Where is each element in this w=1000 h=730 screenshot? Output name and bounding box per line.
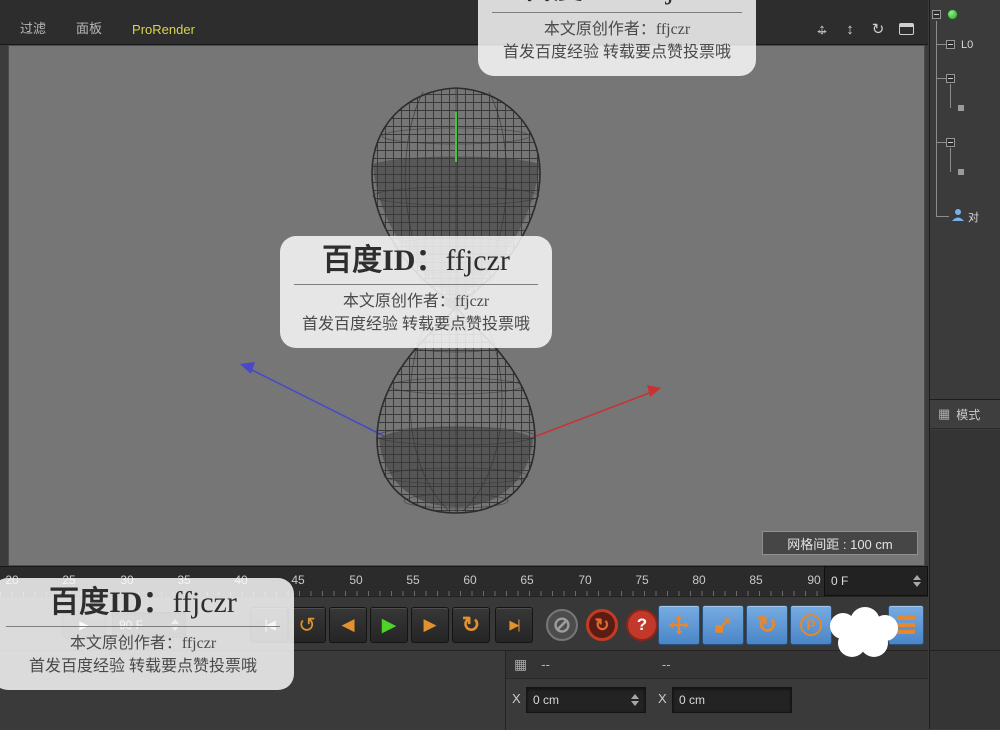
pan-view-icon[interactable]: ↔ ↕ <box>812 19 832 39</box>
ruler-tick-label: 85 <box>749 573 763 587</box>
tree-expand-toggle[interactable] <box>946 138 955 147</box>
tree-expand-toggle[interactable] <box>946 74 955 83</box>
mode-label: 模式 <box>956 407 981 422</box>
x2-input[interactable]: 0 cm <box>672 687 792 713</box>
watermark-bottom: 百度ID：ffjczr 本文原创作者：ffjczr 首发百度经验 转载要点赞投票… <box>0 578 294 690</box>
tree-line <box>936 21 937 217</box>
move-tool-button[interactable] <box>658 605 700 645</box>
question-icon: ? <box>636 615 648 634</box>
zoom-view-icon[interactable]: ↕ <box>840 19 860 39</box>
ruler-tick-label: 90 <box>807 573 821 587</box>
coordinate-system-button[interactable]: P <box>790 605 832 645</box>
autokey-icon: ↻ <box>594 614 610 635</box>
tree-line <box>937 44 946 45</box>
coord-header-value: -- <box>661 657 671 672</box>
menu-item-filter[interactable]: 过滤 <box>20 18 46 37</box>
tree-line <box>950 84 951 108</box>
layers-icon <box>897 613 915 637</box>
ruler-tick-label: 60 <box>463 573 477 587</box>
object-sphere-icon[interactable] <box>947 9 958 20</box>
watermark-footer: 首发百度经验 转载要点赞投票哦 <box>502 43 731 61</box>
window-glyph <box>898 23 914 35</box>
scale-tool-icon <box>715 618 730 633</box>
tree-leaf-node[interactable] <box>958 105 964 111</box>
rotate-tool-icon: ↻ <box>756 611 778 639</box>
x2-value: 0 cm <box>679 693 706 707</box>
watermark-title: 百度ID：ffjczr <box>492 0 742 13</box>
object-manager-panel: L0 对 ▦ 模式 <box>929 0 1000 729</box>
watermark-footer: 首发百度经验 转载要点赞投票哦 <box>28 657 257 675</box>
watermark-author: 本文原创作者：ffjczr <box>342 292 490 310</box>
coord-header-value: -- <box>541 657 550 672</box>
watermark-title: 百度ID：ffjczr <box>294 244 538 285</box>
menu-item-prorender[interactable]: ProRender <box>132 22 195 37</box>
ruler-tick-label: 50 <box>349 573 363 587</box>
play-reverse-icon: ↺ <box>298 613 316 637</box>
ruler-tick-label: 45 <box>291 573 305 587</box>
play-button[interactable]: ▶ <box>370 607 408 643</box>
grid-icon: ▦ <box>514 656 528 672</box>
coordinates-header: ▦ -- -- <box>506 651 928 679</box>
tree-item-label[interactable]: L0 <box>961 39 973 51</box>
goto-end-icon: ▶| <box>509 617 520 632</box>
pattern-icon: ▦ <box>938 406 951 421</box>
tree-leaf-node[interactable] <box>958 169 964 175</box>
x1-input[interactable]: 0 cm <box>526 687 646 713</box>
frame-stepper[interactable] <box>913 575 921 587</box>
toggle-view-icon[interactable] <box>896 19 916 39</box>
person-icon[interactable] <box>951 208 965 222</box>
tree-line <box>937 216 949 217</box>
menu-item-panel[interactable]: 面板 <box>76 18 102 37</box>
rotate-view-icon[interactable]: ↻ <box>868 19 888 39</box>
ruler-tick-label: 80 <box>692 573 706 587</box>
previous-frame-button[interactable]: ◀ <box>329 607 367 643</box>
tree-item-label[interactable]: 对 <box>968 209 979 225</box>
ruler-tick-label: 70 <box>578 573 592 587</box>
viewport-nav-icons: ↔ ↕ ↕ ↻ <box>812 19 916 39</box>
record-off-icon: ⊘ <box>552 612 572 637</box>
record-disabled-button[interactable]: ⊘ <box>546 609 578 641</box>
watermark-footer: 首发百度经验 转载要点赞投票哦 <box>301 315 530 333</box>
loop-icon: ↻ <box>461 612 481 637</box>
move-tool-icon <box>669 615 689 635</box>
next-frame-icon: ▶ <box>423 615 437 634</box>
x1-value: 0 cm <box>533 693 560 707</box>
ruler-tick-label: 65 <box>520 573 534 587</box>
goto-end-button[interactable]: ▶| <box>495 607 533 643</box>
menu-bar: 过滤 面板 ProRender ↔ ↕ ↕ ↻ <box>0 0 928 45</box>
right-panel-bottom <box>930 650 1000 729</box>
tree-line <box>937 142 946 143</box>
watermark-author: 本文原创作者：ffjczr <box>543 20 691 38</box>
previous-frame-icon: ◀ <box>341 615 355 634</box>
x1-stepper[interactable] <box>631 694 639 706</box>
grid-spacing-label: 网格间距 : 100 cm <box>762 531 918 555</box>
next-frame-button[interactable]: ▶ <box>411 607 449 643</box>
tree-line <box>950 148 951 172</box>
tree-expand-toggle[interactable] <box>946 40 955 49</box>
watermark-blob <box>860 629 888 657</box>
rotate-tool-button[interactable]: ↻ <box>746 605 788 645</box>
tree-expand-toggle[interactable] <box>932 10 941 19</box>
watermark-top: 百度ID：ffjczr 本文原创作者：ffjczr 首发百度经验 转载要点赞投票… <box>478 0 756 76</box>
ruler-tick-label: 75 <box>635 573 649 587</box>
coordinates-panel: ▦ -- -- X 0 cm X 0 cm <box>505 651 928 730</box>
watermark-author: 本文原创作者：ffjczr <box>69 634 217 652</box>
current-frame-field[interactable]: 0 F <box>824 566 928 596</box>
coordinate-p-icon: P <box>800 614 822 636</box>
scale-tool-button[interactable] <box>702 605 744 645</box>
mode-row[interactable]: ▦ 模式 <box>930 399 1000 429</box>
autokey-button[interactable]: ↻ <box>586 609 618 641</box>
pan-v-glyph: ↕ <box>818 20 826 38</box>
watermark-center: 百度ID：ffjczr 本文原创作者：ffjczr 首发百度经验 转载要点赞投票… <box>280 236 552 348</box>
play-icon: ▶ <box>381 614 397 636</box>
loop-button[interactable]: ↻ <box>452 607 490 643</box>
help-button[interactable]: ? <box>626 609 658 641</box>
x1-label: X <box>512 691 521 706</box>
x2-label: X <box>658 691 667 706</box>
current-frame-value: 0 F <box>831 574 849 588</box>
ruler-tick-label: 55 <box>406 573 420 587</box>
tree-line <box>937 78 946 79</box>
watermark-title: 百度ID：ffjczr <box>6 586 280 627</box>
